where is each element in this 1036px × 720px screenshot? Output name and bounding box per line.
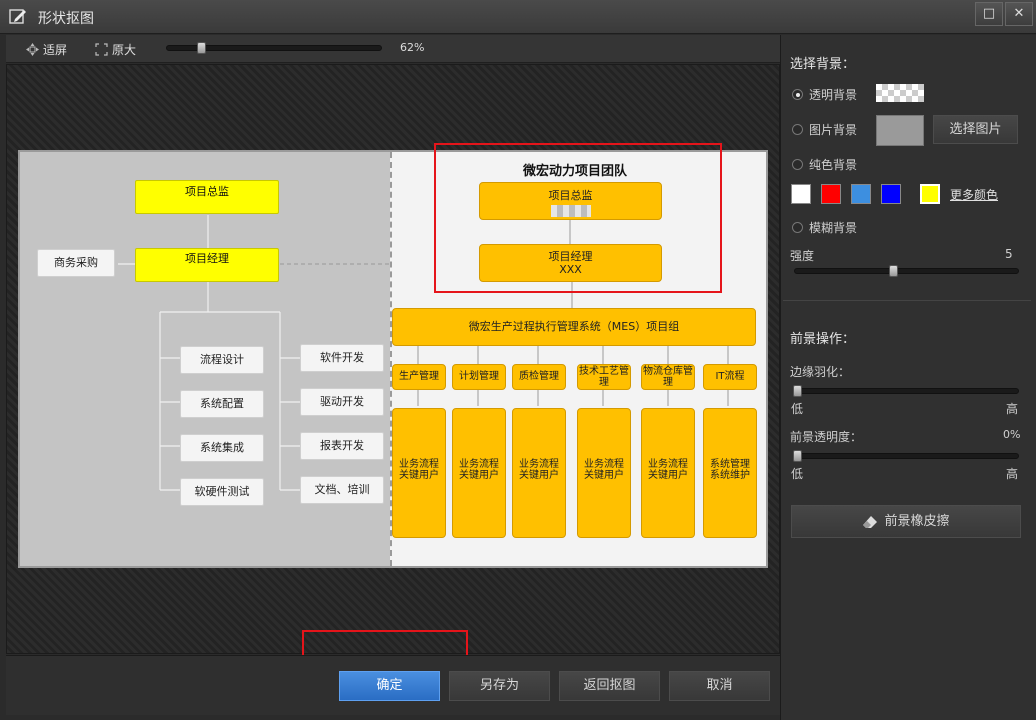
blur-bg-radio[interactable] [792,222,803,233]
user-box-4: 业务流程关键用户 [577,408,631,538]
solid-bg-label: 纯色背景 [809,158,858,172]
feather-slider-thumb[interactable] [793,385,802,397]
close-button[interactable]: ✕ [1005,2,1033,26]
feather-slider-track[interactable] [794,388,1019,394]
choose-image-button[interactable]: 选择图片 [933,115,1018,144]
user-box-3: 业务流程关键用户 [512,408,566,538]
opacity-slider-track[interactable] [794,453,1019,459]
right-item-3: 报表开发 [300,432,384,460]
user-box-5: 业务流程关键用户 [641,408,695,538]
right-item-2: 驱动开发 [300,388,384,416]
strength-label: 强度 [790,249,815,263]
confirm-button[interactable]: 确定 [339,671,440,701]
opacity-low-label: 低 [791,467,804,481]
user-box-6: 系统管理系统维护 [703,408,757,538]
highlight-frame-team [434,143,722,293]
right-item-1: 软件开发 [300,344,384,372]
foreground-eraser-button[interactable]: 前景橡皮擦 [791,505,1021,538]
module-box-1: 生产管理 [392,364,446,390]
transparent-bg-label: 透明背景 [809,88,858,102]
maximize-button[interactable]: □ [975,2,1003,26]
view-toolbar: 适屏 原大 62% [6,35,780,63]
fit-screen-icon [26,43,39,56]
director-box: 项目总监 [135,180,279,214]
window-title: 形状抠图 [38,11,94,27]
image-bg-preview [876,115,924,146]
zoom-value: 62% [400,41,425,54]
feather-low-label: 低 [791,402,804,416]
module-box-2: 计划管理 [452,364,506,390]
left-item-4: 软硬件测试 [180,478,264,506]
zoom-slider-thumb[interactable] [196,42,206,54]
opacity-high-label: 高 [1006,467,1019,481]
feather-high-label: 高 [1006,402,1019,416]
left-item-2: 系统配置 [180,390,264,418]
color-swatch-white[interactable] [791,184,811,204]
title-bar: 形状抠图 □ ✕ [0,0,1036,34]
module-box-6: IT流程 [703,364,757,390]
fit-screen-button[interactable]: 适屏 [26,41,67,58]
user-box-2: 业务流程关键用户 [452,408,506,538]
solid-bg-radio[interactable] [792,159,803,170]
blur-bg-label: 模糊背景 [809,221,858,235]
cancel-button[interactable]: 取消 [669,671,770,701]
manager-box: 项目经理 [135,248,279,282]
panel-divider [783,300,1031,301]
fit-screen-label: 适屏 [43,43,68,57]
purchase-box: 商务采购 [37,249,115,277]
module-box-4: 技术工艺管理 [577,364,631,390]
background-section-label: 选择背景： [790,57,856,72]
feather-label: 边缘羽化： [790,365,851,379]
strength-slider-track[interactable] [794,268,1019,274]
foreground-section-label: 前景操作： [790,332,856,347]
more-colors-link[interactable]: 更多颜色 [950,186,998,203]
left-item-3: 系统集成 [180,434,264,462]
right-item-4: 文档、培训 [300,476,384,504]
color-swatch-yellow[interactable] [920,184,940,204]
module-box-3: 质检管理 [512,364,566,390]
color-swatch-blue[interactable] [881,184,901,204]
eraser-icon [863,515,878,528]
opacity-value: 0% [1003,428,1021,441]
transparent-preview [876,84,924,102]
mes-group-box: 微宏生产过程执行管理系统（MES）项目组 [392,308,756,346]
actual-size-label: 原大 [112,43,137,57]
left-item-1: 流程设计 [180,346,264,374]
strength-slider-thumb[interactable] [889,265,898,277]
module-box-5: 物流仓库管理 [641,364,695,390]
image-bg-label: 图片背景 [809,123,858,137]
color-swatch-light-blue[interactable] [851,184,871,204]
transparent-bg-radio[interactable] [792,89,803,100]
color-swatch-red[interactable] [821,184,841,204]
eraser-label: 前景橡皮擦 [884,514,950,529]
opacity-label: 前景透明度： [790,430,863,444]
save-as-button[interactable]: 另存为 [449,671,550,701]
actual-size-icon [95,43,108,56]
edit-image-icon [9,9,26,24]
back-to-cutout-button[interactable]: 返回抠图 [559,671,660,701]
image-bg-radio[interactable] [792,124,803,135]
user-box-1: 业务流程关键用户 [392,408,446,538]
actual-size-button[interactable]: 原大 [95,41,136,58]
strength-value: 5 [1005,247,1013,261]
opacity-slider-thumb[interactable] [793,450,802,462]
